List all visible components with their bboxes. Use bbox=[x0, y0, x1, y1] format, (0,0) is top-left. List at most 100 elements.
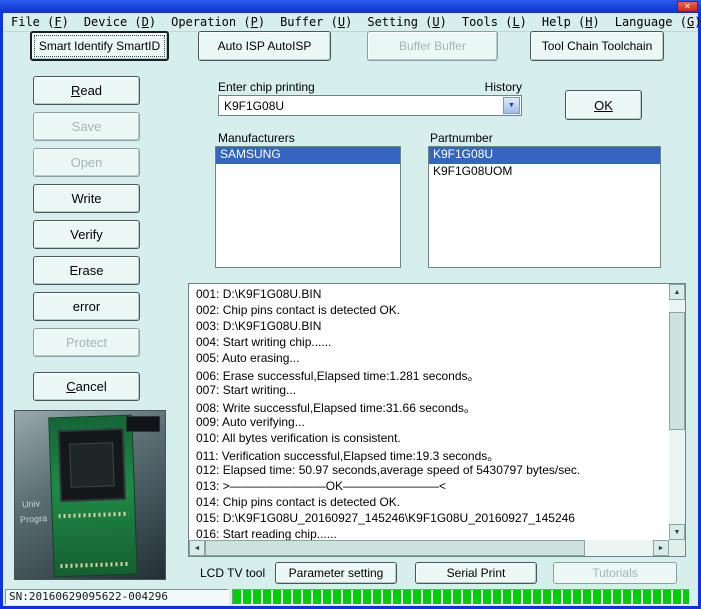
log-line: 009: Auto verifying... bbox=[196, 415, 667, 431]
paren: ) bbox=[149, 15, 156, 29]
label-rest: ead bbox=[80, 83, 102, 98]
chip-printing-combo: ▼ bbox=[218, 95, 522, 116]
button-label: Smart Identify SmartID bbox=[39, 39, 160, 53]
solder-pads bbox=[59, 512, 129, 518]
cancel-button[interactable]: Cancel bbox=[33, 372, 140, 401]
protect-button[interactable]: Protect bbox=[33, 328, 140, 357]
photo-watermark-text: Progra bbox=[20, 513, 48, 525]
log-line: 002: Chip pins contact is detected OK. bbox=[196, 303, 667, 319]
solder-pads bbox=[60, 562, 130, 568]
log-panel: 001: D:\K9F1G08U.BIN 002: Chip pins cont… bbox=[188, 283, 686, 557]
smart-identify-button[interactable]: Smart Identify SmartID bbox=[30, 31, 169, 61]
paren: ) bbox=[258, 15, 265, 29]
list-item[interactable]: K9F1G08U bbox=[429, 147, 660, 164]
enter-chip-printing-label: Enter chip printing bbox=[218, 80, 315, 94]
buffer-button[interactable]: Buffer Buffer bbox=[367, 31, 498, 61]
paren: ( bbox=[680, 15, 687, 29]
lcd-tv-tool-label: LCD TV tool bbox=[200, 566, 265, 580]
partnumber-list[interactable]: K9F1G08U K9F1G08UOM bbox=[428, 146, 661, 268]
save-button[interactable]: Save bbox=[33, 112, 140, 141]
menu-item-language[interactable]: Language (G) bbox=[607, 13, 701, 31]
chip-combo-dropdown-button[interactable]: ▼ bbox=[503, 97, 520, 114]
paren: ( bbox=[243, 15, 250, 29]
close-icon: ✕ bbox=[684, 2, 691, 11]
chip-printing-input[interactable] bbox=[220, 97, 503, 114]
auto-isp-button[interactable]: Auto ISP AutoISP bbox=[198, 31, 331, 61]
open-button[interactable]: Open bbox=[33, 148, 140, 177]
list-item[interactable]: SAMSUNG bbox=[216, 147, 400, 164]
list-item[interactable]: K9F1G08UOM bbox=[429, 164, 660, 181]
log-line: 013: >――――――――OK――――――――< bbox=[196, 479, 667, 495]
paren: ) bbox=[520, 15, 527, 29]
vertical-scrollbar[interactable]: ▲ ▼ bbox=[669, 284, 685, 540]
scroll-right-button[interactable]: ► bbox=[653, 540, 669, 556]
paren: ) bbox=[345, 15, 352, 29]
error-button[interactable]: error bbox=[33, 292, 140, 321]
mnemonic: P bbox=[251, 15, 258, 29]
horizontal-scrollbar[interactable]: ◄ ► bbox=[189, 540, 669, 556]
ok-button[interactable]: OK bbox=[565, 90, 642, 120]
menu-item-tools[interactable]: Tools (L) bbox=[454, 13, 534, 31]
menu-label: Setting bbox=[367, 15, 425, 29]
paren: ( bbox=[331, 15, 338, 29]
log-line: 006: Erase successful,Elapsed time:1.281… bbox=[196, 367, 667, 383]
button-label: Parameter setting bbox=[289, 566, 384, 580]
mnemonic: R bbox=[71, 83, 80, 98]
log-line: 007: Start writing... bbox=[196, 383, 667, 399]
menu-item-device[interactable]: Device (D) bbox=[76, 13, 163, 31]
menu-bar: File (F) Device (D) Operation (P) Buffer… bbox=[3, 13, 698, 32]
button-label: Cancel bbox=[66, 379, 106, 394]
parameter-setting-button[interactable]: Parameter setting bbox=[275, 562, 397, 584]
erase-button[interactable]: Erase bbox=[33, 256, 140, 285]
button-label: Verify bbox=[70, 227, 103, 242]
label-rest: ancel bbox=[76, 379, 107, 394]
mnemonic: H bbox=[585, 15, 592, 29]
button-label: Tool Chain Toolchain bbox=[542, 39, 653, 53]
log-line: 010: All bytes verification is consisten… bbox=[196, 431, 667, 447]
paren: ( bbox=[134, 15, 141, 29]
chip-socket bbox=[58, 428, 126, 502]
adapter-photo: Univ Progra bbox=[14, 410, 166, 580]
app-window: ✕ File (F) Device (D) Operation (P) Buff… bbox=[0, 0, 701, 609]
button-label: Auto ISP AutoISP bbox=[218, 39, 312, 53]
button-label: Tutorials bbox=[592, 566, 638, 580]
menu-item-setting[interactable]: Setting (U) bbox=[359, 13, 454, 31]
log-output[interactable]: 001: D:\K9F1G08U.BIN 002: Chip pins cont… bbox=[189, 284, 669, 540]
horizontal-scroll-thumb[interactable] bbox=[205, 540, 585, 556]
tutorials-button[interactable]: Tutorials bbox=[553, 562, 677, 584]
read-button[interactable]: Read bbox=[33, 76, 140, 105]
menu-item-file[interactable]: File (F) bbox=[3, 13, 76, 31]
vertical-scroll-thumb[interactable] bbox=[669, 312, 685, 430]
log-line: 015: D:\K9F1G08U_20160927_145246\K9F1G08… bbox=[196, 511, 667, 527]
menu-label: Tools bbox=[462, 15, 505, 29]
button-label: Read bbox=[71, 83, 102, 98]
log-line: 004: Start writing chip...... bbox=[196, 335, 667, 351]
log-line: 014: Chip pins contact is detected OK. bbox=[196, 495, 667, 511]
mnemonic: F bbox=[54, 15, 61, 29]
tool-chain-button[interactable]: Tool Chain Toolchain bbox=[530, 31, 664, 61]
menu-item-operation[interactable]: Operation (P) bbox=[163, 13, 272, 31]
menu-label: Buffer bbox=[280, 15, 331, 29]
scroll-down-button[interactable]: ▼ bbox=[669, 524, 685, 540]
button-label: Save bbox=[72, 119, 102, 134]
menu-item-help[interactable]: Help (H) bbox=[534, 13, 607, 31]
mnemonic: D bbox=[142, 15, 149, 29]
verify-button[interactable]: Verify bbox=[33, 220, 140, 249]
manufacturers-list[interactable]: SAMSUNG bbox=[215, 146, 401, 268]
arrow-left-icon: ◄ bbox=[194, 545, 201, 552]
menu-label: File bbox=[11, 15, 47, 29]
client-area: File (F) Device (D) Operation (P) Buffer… bbox=[3, 13, 698, 606]
button-label: Write bbox=[71, 191, 101, 206]
socket-inner bbox=[69, 442, 115, 488]
menu-item-buffer[interactable]: Buffer (U) bbox=[272, 13, 359, 31]
close-button[interactable]: ✕ bbox=[677, 1, 698, 12]
serial-print-button[interactable]: Serial Print bbox=[415, 562, 537, 584]
button-label: Buffer Buffer bbox=[399, 39, 466, 53]
scroll-left-button[interactable]: ◄ bbox=[189, 540, 205, 556]
scroll-up-button[interactable]: ▲ bbox=[669, 284, 685, 300]
button-label: Serial Print bbox=[447, 566, 506, 580]
title-bar[interactable]: ✕ bbox=[0, 0, 701, 13]
mnemonic: C bbox=[66, 379, 75, 394]
write-button[interactable]: Write bbox=[33, 184, 140, 213]
paren: ) bbox=[440, 15, 447, 29]
